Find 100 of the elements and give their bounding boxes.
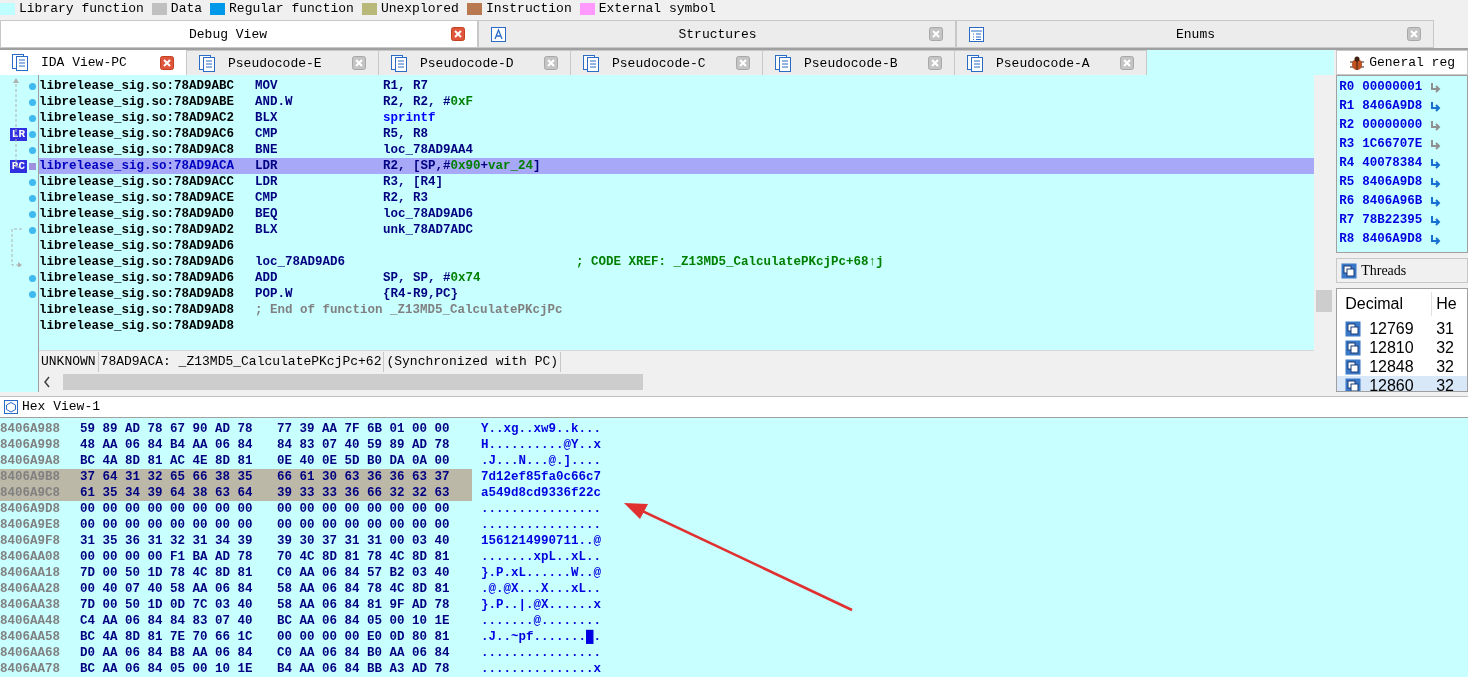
view-tab[interactable]: Pseudocode-D [379,50,571,76]
hex-row-highlight[interactable]: 8406A9F8 31 35 36 31 32 31 34 39 39 30 37 31 31 00 03 40 [0,533,472,549]
hex-row-highlight[interactable]: 8406A988 59 89 AD 78 67 90 AD 78 77 39 AA 7F 6B 01 00 00 [0,421,472,437]
address-text: librelease_sig.so:78AD9AC2 [39,109,236,127]
hex-row-highlight[interactable]: 8406AA18 7D 00 50 1D 78 4C 8D 81 C0 AA 06 84 57 B2 03 40 [0,565,472,581]
code-line[interactable]: librelease_sig.so:78AD9AC6 CMP R5, R8 [39,126,1315,143]
hex-address: 8406AA58 [0,628,61,646]
hex-row-highlight[interactable]: 8406A9B8 37 64 31 32 65 66 38 35 66 61 30 63 36 36 63 37 [0,469,472,485]
column-header[interactable]: Decimal [1337,292,1433,317]
panel-tab[interactable]: Debug View [0,20,478,49]
view-tab[interactable]: Pseudocode-C [571,50,763,76]
scroll-left-icon[interactable] [43,376,51,389]
mnemonic-text: AND.W [255,93,294,111]
code-line[interactable]: librelease_sig.so:78AD9ABE AND.W R2, R2, #0xF [39,94,1315,111]
register-name: R2 [1339,117,1355,135]
hex-bytes: 77 39 AA 7F 6B 01 00 00 [277,420,450,438]
jump-arrow-icon[interactable] [1430,215,1443,226]
code-line[interactable]: librelease_sig.so:78AD9AC2 BLX sprintf [39,110,1315,127]
hex-row-highlight[interactable]: 8406AA78 BC AA 06 84 05 00 10 1E B4 AA 06 84 BB A3 AD 78 [0,661,472,677]
panel-tab[interactable]: Enums [956,20,1434,49]
jump-arrow-icon[interactable] [1430,82,1443,93]
hex-row-highlight[interactable]: 8406AA58 BC 4A 8D 81 7E 70 66 1C 00 00 00 00 E0 0D 80 81 [0,629,472,645]
hex-address: 8406AA38 [0,596,61,614]
view-tab[interactable]: IDA View-PC [0,50,187,76]
close-icon[interactable] [1120,56,1134,71]
hex-row-highlight[interactable]: 8406A998 48 AA 06 84 B4 AA 06 84 84 83 07 40 59 89 AD 78 [0,437,472,453]
thread-row[interactable]: 12810 32 [1337,338,1467,358]
code-line[interactable]: librelease_sig.so:78AD9AD0 BEQ loc_78AD9AD6 [39,206,1315,223]
address-text: librelease_sig.so:78AD9AC6 [39,125,236,143]
hex-bytes: BC AA 06 84 05 00 10 1E [277,612,450,630]
register-value[interactable]: 40078384 [1362,154,1423,174]
jump-arrow-icon[interactable] [1430,139,1443,150]
jump-arrow-icon[interactable] [1430,101,1443,112]
close-icon[interactable] [352,56,366,71]
hex-bytes: BC 4A 8D 81 7E 70 66 1C [80,628,254,646]
register-value[interactable]: 00000001 [1362,78,1423,98]
hex-row-highlight[interactable]: 8406AA48 C4 AA 06 84 84 83 07 40 BC AA 06 84 05 00 10 1E [0,613,472,629]
vertical-scrollbar[interactable] [1314,75,1335,393]
pointer-marker: PC [9,159,27,173]
address-text: librelease_sig.so:78AD9ACA [39,157,236,175]
jump-arrow-icon[interactable] [1430,120,1443,131]
register-value[interactable]: 8406A9D8 [1362,173,1423,193]
close-icon[interactable] [1407,27,1421,42]
hex-row-highlight[interactable]: 8406A9E8 00 00 00 00 00 00 00 00 00 00 00 00 00 00 00 00 [0,517,472,533]
jump-arrow-icon[interactable] [1430,234,1443,245]
view-tab[interactable]: Pseudocode-B [763,50,955,76]
hex-ascii: .......xpL..xL.. [481,548,602,566]
register-name: R6 [1339,193,1355,211]
register-value[interactable]: 00000000 [1362,116,1423,136]
mnemonic-text: BEQ [255,205,279,223]
hex-row-highlight[interactable]: 8406AA28 00 40 07 40 58 AA 06 84 58 AA 06 84 78 4C 8D 81 [0,581,472,597]
column-header[interactable]: He [1432,292,1457,317]
address-text: librelease_sig.so:78AD9ACE [39,189,236,207]
hex-row-highlight[interactable]: 8406AA08 00 00 00 00 F1 BA AD 78 70 4C 8D 81 78 4C 8D 81 [0,549,472,565]
hex-row-highlight[interactable]: 8406A9D8 00 00 00 00 00 00 00 00 00 00 00 00 00 00 00 00 [0,501,472,517]
register-value[interactable]: 78B22395 [1362,211,1423,231]
close-icon[interactable] [928,56,942,71]
thread-hex: 32 [1435,337,1454,358]
thread-row[interactable]: 12848 32 [1337,357,1467,377]
hex-address: 8406A9A8 [0,452,61,470]
jump-arrow-icon[interactable] [1430,158,1443,169]
hex-row-highlight[interactable]: 8406A9A8 BC 4A 8D 81 AC 4E 8D 81 0E 40 0E 5D B0 DA 0A 00 [0,453,472,469]
legend-label: Unexplored [380,0,459,18]
register-value[interactable]: 1C66707E [1362,135,1423,155]
register-value[interactable]: 8406A9D8 [1362,97,1423,117]
code-line[interactable]: librelease_sig.so:78AD9AD2 BLX unk_78AD7ADC [39,222,1315,239]
jump-arrow-icon[interactable] [1430,177,1443,188]
view-tab[interactable]: Pseudocode-E [187,50,379,76]
close-icon[interactable] [736,56,750,71]
code-line[interactable]: librelease_sig.so:78AD9AC8 BNE loc_78AD9AA4 [39,142,1315,159]
code-line[interactable]: librelease_sig.so:78AD9AD8 ; End of function _Z13MD5_CalculatePKcjPc [39,302,1315,319]
close-icon[interactable] [544,56,558,71]
code-line[interactable]: librelease_sig.so:78AD9ABC MOV R1, R7 [39,78,1315,95]
thread-row[interactable]: 12860 32 [1337,376,1467,392]
hex-row-highlight[interactable]: 8406AA38 7D 00 50 1D 0D 7C 03 40 58 AA 06 84 81 9F AD 78 [0,597,472,613]
code-line[interactable]: librelease_sig.so:78AD9AD8 [39,318,1315,335]
code-line[interactable]: librelease_sig.so:78AD9ACE CMP R2, R3 [39,190,1315,207]
register-value[interactable]: 8406A9D8 [1362,230,1423,250]
code-line[interactable]: librelease_sig.so:78AD9AD6 loc_78AD9AD6 ; CODE XREF: _Z13MD5_CalculatePKcjPc+68↑j [39,254,1315,271]
status-text: (Synchronized with PC) [384,352,562,372]
close-icon[interactable] [929,27,943,42]
view-tab[interactable]: Pseudocode-A [955,50,1147,76]
hex-bytes: 84 83 07 40 59 89 AD 78 [277,436,450,454]
thread-row[interactable]: 12769 31 [1337,319,1467,339]
code-line[interactable]: librelease_sig.so:78AD9ACC LDR R3, [R4] [39,174,1315,191]
panel-tab[interactable]: Structures [478,20,956,49]
close-icon[interactable] [160,55,174,70]
thread-id: 12769 [1369,318,1414,339]
hex-row-highlight[interactable]: 8406A9C8 61 35 34 39 64 38 63 64 39 33 33 36 66 32 32 63 [0,485,472,501]
register-value[interactable]: 8406A96B [1362,192,1423,212]
hex-ascii: }.P.xL......W..@ [481,564,602,582]
hex-row-highlight[interactable]: 8406AA68 D0 AA 06 84 B8 AA 06 84 C0 AA 06 84 B0 AA 06 84 [0,645,472,661]
close-icon[interactable] [451,27,465,42]
status-text: UNKNOWN [39,352,99,372]
document-icon [583,54,600,72]
code-line[interactable]: librelease_sig.so:78AD9AD6 [39,238,1315,255]
thread-hex: 31 [1435,318,1454,339]
code-line[interactable]: librelease_sig.so:78AD9AD6 ADD SP, SP, #0x74 [39,270,1315,287]
code-line[interactable]: librelease_sig.so:78AD9AD8 POP.W {R4-R9,PC} [39,286,1315,303]
jump-arrow-icon[interactable] [1430,196,1443,207]
